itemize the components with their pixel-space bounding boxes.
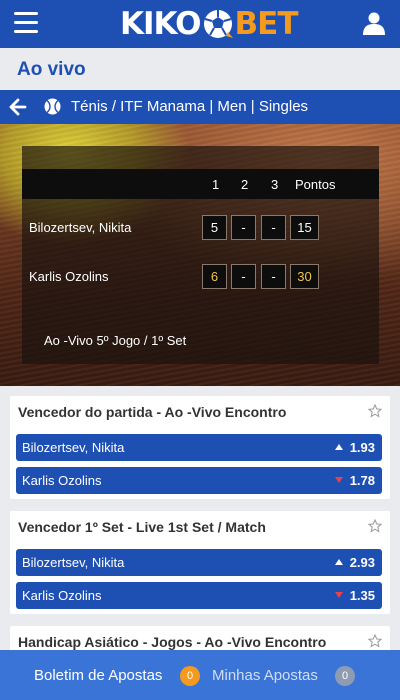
odd-button[interactable]: Karlis Ozolins 1.78: [16, 467, 382, 494]
odd-value: 1.35: [349, 588, 375, 603]
match-status: Ao -Vivo 5º Jogo / 1º Set: [44, 333, 187, 348]
odd-button[interactable]: Bilozertsev, Nikita 2.93: [16, 549, 382, 576]
top-bar: KIKO BET: [0, 0, 400, 48]
logo-text-right: BET: [234, 6, 299, 42]
market-card: Vencedor 1º Set - Live 1st Set / Match B…: [10, 511, 390, 614]
player-1-set-1: 5: [202, 215, 227, 240]
kikobet-logo[interactable]: KIKO BET: [120, 4, 298, 44]
outcome-name: Bilozertsev, Nikita: [22, 440, 125, 455]
page-title-bar: Ao vivo: [0, 48, 400, 90]
arrow-down-icon: [335, 477, 343, 483]
market-title: Vencedor do partida - Ao -Vivo Encontro: [18, 404, 287, 420]
market-card: Vencedor do partida - Ao -Vivo Encontro …: [10, 396, 390, 499]
page-title: Ao vivo: [17, 59, 86, 80]
logo-text-left: KIKO: [120, 6, 202, 42]
player-1-points: 15: [290, 215, 319, 240]
player-2-set-3: -: [261, 264, 286, 289]
set-2-header: 2: [241, 177, 249, 192]
user-icon[interactable]: [362, 11, 386, 35]
star-icon[interactable]: [367, 403, 383, 418]
arrow-up-icon: [335, 444, 343, 450]
scoreboard-panel: 1 2 3 Pontos Bilozertsev, Nikita 5 - - 1…: [22, 146, 379, 364]
breadcrumb-text[interactable]: Ténis / ITF Manama | Men | Singles: [71, 98, 308, 115]
player-2-name: Karlis Ozolins: [29, 269, 109, 284]
bottom-bar: Boletim de Apostas 0 Minhas Apostas 0: [0, 650, 400, 700]
odd-value: 2.93: [349, 555, 375, 570]
odd-value: 1.93: [349, 440, 375, 455]
arrow-up-icon: [335, 559, 343, 565]
odd-button[interactable]: Karlis Ozolins 1.35: [16, 582, 382, 609]
outcome-name: Karlis Ozolins: [22, 588, 102, 603]
star-icon[interactable]: [367, 633, 383, 648]
hamburger-menu-icon[interactable]: [14, 12, 38, 34]
soccer-ball-icon: [202, 8, 234, 40]
market-title: Vencedor 1º Set - Live 1st Set / Match: [18, 519, 266, 535]
breadcrumb: Ténis / ITF Manama | Men | Singles: [0, 90, 400, 124]
set-3-header: 3: [271, 177, 279, 192]
odd-value: 1.78: [349, 473, 375, 488]
player-2-points: 30: [290, 264, 319, 289]
player-1-set-2: -: [231, 215, 256, 240]
player-1-name: Bilozertsev, Nikita: [29, 220, 132, 235]
outcome-name: Karlis Ozolins: [22, 473, 102, 488]
player-2-set-2: -: [231, 264, 256, 289]
player-2-set-1: 6: [202, 264, 227, 289]
my-bets-tab[interactable]: Minhas Apostas: [212, 667, 318, 684]
scoreboard-header: 1 2 3 Pontos: [22, 169, 379, 199]
star-icon[interactable]: [367, 518, 383, 533]
scoreboard-hero: 1 2 3 Pontos Bilozertsev, Nikita 5 - - 1…: [0, 124, 400, 386]
arrow-down-icon: [335, 592, 343, 598]
tennis-ball-icon: [44, 98, 61, 115]
market-title: Handicap Asiático - Jogos - Ao -Vivo Enc…: [18, 634, 327, 650]
odd-button[interactable]: Bilozertsev, Nikita 1.93: [16, 434, 382, 461]
points-header: Pontos: [295, 177, 336, 192]
my-bets-count-badge: 0: [335, 666, 355, 686]
back-arrow-icon[interactable]: [9, 98, 27, 116]
player-1-set-3: -: [261, 215, 286, 240]
betslip-tab[interactable]: Boletim de Apostas: [34, 667, 162, 684]
betslip-count-badge: 0: [180, 666, 200, 686]
set-1-header: 1: [212, 177, 220, 192]
outcome-name: Bilozertsev, Nikita: [22, 555, 125, 570]
